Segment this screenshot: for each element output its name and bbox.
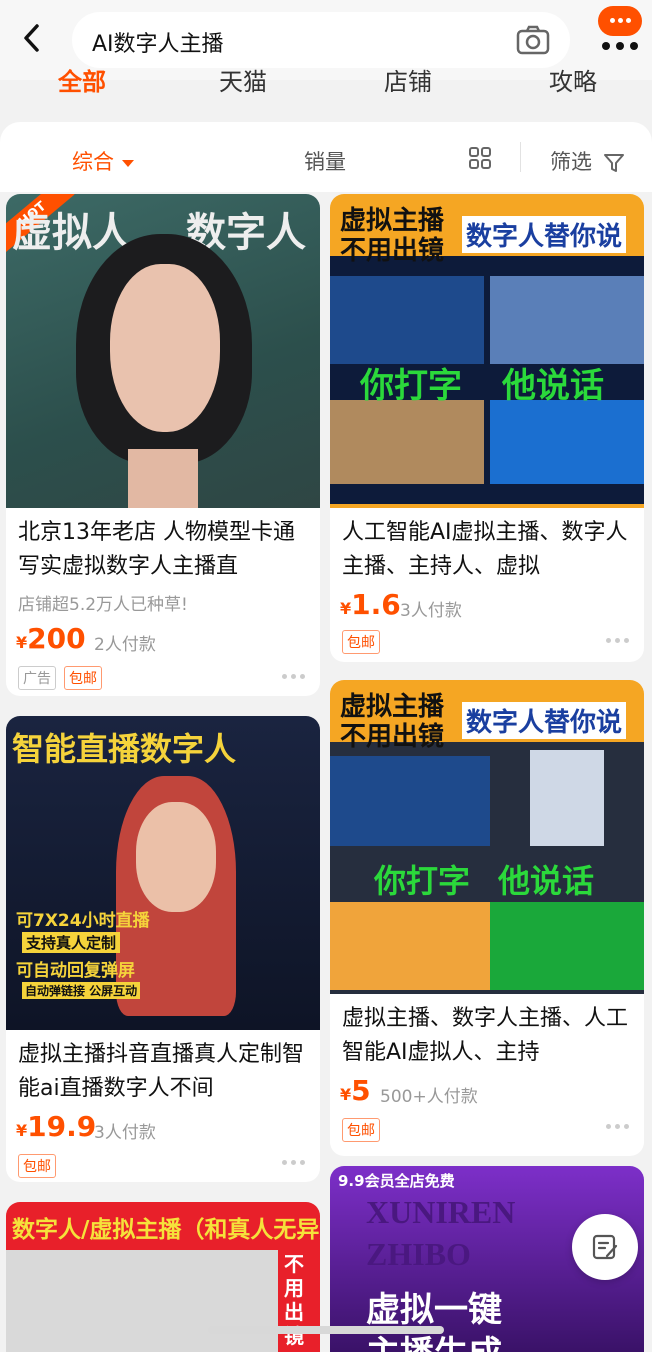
image-text: 你打字 [360,366,462,406]
filter-label: 筛选 [550,150,592,174]
filter-icon [603,154,624,172]
image-text: 他说话 [498,862,595,900]
image-text: 不用出镜 [340,236,445,266]
sort-comprehensive-label: 综合 [72,150,114,174]
product-title[interactable]: 虚拟主播、数字人主播、人工智能AI虚拟人、主持 [342,1002,634,1070]
free-shipping-tag: 包邮 [64,666,102,690]
tab-shop[interactable]: 店铺 [384,62,432,97]
product-price: ¥1.6 [340,588,401,621]
product-price: ¥19.9 [16,1110,96,1143]
portrait-face [136,802,216,912]
search-query[interactable]: AI数字人主播 [92,26,224,58]
tab-guide[interactable]: 攻略 [549,62,597,97]
product-title[interactable]: 北京13年老店 人物模型卡通写实虚拟数字人主播直 [18,516,310,584]
paid-count: 2人付款 [94,635,156,655]
edit-note-icon [592,1234,618,1260]
image-panel [490,400,644,484]
image-panel [330,400,484,484]
more-menu-button[interactable] [596,4,644,52]
product-subtitle: 店铺超5.2万人已种草! [18,595,188,615]
ad-tag: 广告 [18,666,56,690]
image-text: 9.9会员全店免费 [338,1172,455,1190]
product-title[interactable]: 人工智能AI虚拟主播、数字人主播、主持人、虚拟 [342,516,634,584]
floating-edit-button[interactable] [572,1214,638,1280]
portrait-neck [128,449,198,508]
free-shipping-tag: 包邮 [18,1154,56,1178]
price-value: 1.6 [351,588,401,621]
tab-all[interactable]: 全部 [58,62,106,97]
more-options-icon[interactable] [606,1124,630,1130]
product-card[interactable]: 虚拟主播 不用出镜 数字人替你说 你打字 他说话 虚拟主播、数字人主播、人工智能… [330,680,644,1156]
currency-symbol: ¥ [340,1085,352,1104]
grid-view-icon[interactable] [468,146,492,170]
price-value: 5 [351,1074,371,1107]
image-text: XUNIREN [366,1194,516,1230]
image-text: 智能直播数字人 [12,730,237,768]
image-text: 数字人/虚拟主播（和真人无异） [12,1217,320,1243]
image-text: 可自动回复弹屏 [16,961,135,981]
image-panel [330,756,490,846]
image-text: 数字人替你说 [462,702,627,739]
sort-sales[interactable]: 销量 [304,146,346,176]
product-price: ¥5 [340,1074,371,1107]
tab-tmall[interactable]: 天猫 [219,62,267,97]
caret-down-icon [122,159,134,167]
image-panel [330,902,490,990]
image-panel [330,276,484,364]
paid-count: 3人付款 [94,1123,156,1143]
currency-symbol: ¥ [340,599,352,618]
product-image[interactable]: HOT 虚拟人 数字人 [6,194,320,508]
image-text: 你打字 [374,862,471,900]
image-text: 数字人替你说 [462,216,627,253]
image-panel [490,276,644,364]
image-panel [530,750,604,846]
image-text: 支持真人定制 [22,932,121,953]
filter-button[interactable]: 筛选 [550,146,625,176]
currency-symbol: ¥ [16,633,28,652]
divider [520,142,521,172]
image-text: 不用出镜 [340,722,445,752]
product-title[interactable]: 虚拟主播抖音直播真人定制智能ai直播数字人不间 [18,1038,310,1106]
image-text: ZHIBO [366,1236,471,1272]
product-card[interactable]: HOT 虚拟人 数字人 北京13年老店 人物模型卡通写实虚拟数字人主播直 店铺超… [6,194,320,696]
message-badge-icon [598,6,642,36]
image-text: 虚拟一键 [366,1290,502,1330]
portrait-face [110,264,220,432]
free-shipping-tag: 包邮 [342,1118,380,1142]
category-tabs: 全部 天猫 店铺 攻略 [0,58,652,98]
image-text: 虚拟人 [12,210,132,256]
sort-bar: 综合 销量 筛选 [0,122,652,192]
image-text: 自动弹链接 公屏互动 [22,982,141,999]
home-indicator[interactable] [208,1326,444,1334]
product-image[interactable]: 虚拟主播 不用出镜 数字人替你说 你打字 他说话 [330,680,644,994]
more-options-icon[interactable] [606,638,630,644]
more-options-icon[interactable] [282,1160,306,1166]
product-card[interactable]: 虚拟主播 不用出镜 数字人替你说 你打字 他说话 人工智能AI虚拟主播、数字人主… [330,194,644,662]
product-image[interactable]: 智能直播数字人 可7X24小时直播 支持真人定制 可自动回复弹屏 自动弹链接 公… [6,716,320,1030]
price-value: 19.9 [27,1110,97,1143]
camera-icon[interactable] [516,24,550,56]
product-price: ¥200 [16,622,86,655]
price-value: 200 [27,622,86,655]
product-card[interactable]: 智能直播数字人 可7X24小时直播 支持真人定制 可自动回复弹屏 自动弹链接 公… [6,716,320,1182]
free-shipping-tag: 包邮 [342,630,380,654]
image-panel [490,902,644,990]
currency-symbol: ¥ [16,1121,28,1140]
image-text: 可7X24小时直播 [16,911,150,931]
paid-count: 3人付款 [400,601,462,621]
more-dots-icon [602,42,638,50]
image-text: 他说话 [502,366,604,406]
back-button[interactable] [14,20,50,56]
back-arrow-icon [24,24,39,52]
sort-comprehensive[interactable]: 综合 [72,146,134,176]
more-options-icon[interactable] [282,674,306,680]
product-image[interactable]: 虚拟主播 不用出镜 数字人替你说 你打字 他说话 [330,194,644,508]
paid-count: 500+人付款 [380,1087,478,1107]
